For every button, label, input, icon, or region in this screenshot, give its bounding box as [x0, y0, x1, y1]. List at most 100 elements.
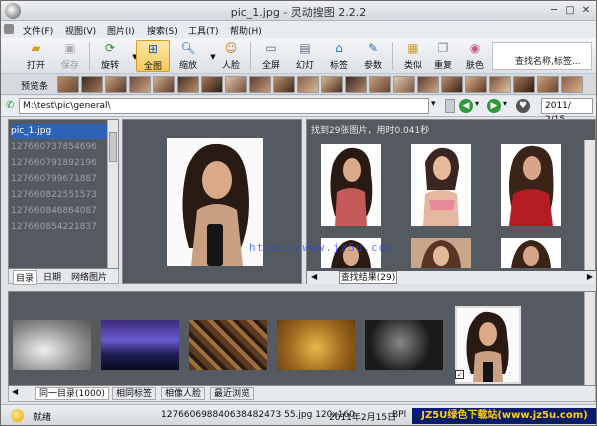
title-bar: pic_1.jpg - 灵动搜图 2.2.2 ─ □ ✕: [1, 1, 596, 21]
duplicate-button[interactable]: ❐ 重复: [426, 40, 460, 72]
tab-search-results[interactable]: 查找结果(29): [339, 271, 397, 284]
menu-tools[interactable]: 工具(T): [188, 24, 219, 37]
params-button[interactable]: ✎ 参数: [356, 40, 390, 72]
preview-thumbnail[interactable]: [153, 76, 175, 93]
preview-thumbnail[interactable]: [345, 76, 367, 93]
preview-thumbnail[interactable]: [225, 76, 247, 93]
forward-icon[interactable]: ▶: [487, 99, 501, 113]
tag-icon: ⌂: [335, 41, 343, 55]
preview-thumbnail[interactable]: [57, 76, 79, 93]
zoom-dropdown[interactable]: ▼: [205, 40, 215, 72]
file-list-item[interactable]: 127660799671887: [11, 172, 107, 187]
wrench-icon: ✎: [367, 41, 379, 55]
close-button[interactable]: ✕: [578, 4, 594, 17]
tab-directory[interactable]: 目录: [13, 270, 38, 285]
tab-same-directory[interactable]: 同一目录(1000): [35, 387, 109, 400]
strip-thumbnail[interactable]: [365, 320, 443, 370]
face-button[interactable]: ☺ 人脸: [214, 40, 248, 72]
preview-thumbnail[interactable]: [465, 76, 487, 93]
tab-web-images[interactable]: 网络图片: [71, 270, 107, 283]
menu-view[interactable]: 视图(V): [65, 24, 96, 37]
menu-image[interactable]: 图片(I): [107, 24, 135, 37]
tab-similar-faces[interactable]: 相像人脸: [161, 387, 206, 400]
preview-thumbnail[interactable]: [369, 76, 391, 93]
file-list-scrollbar[interactable]: [107, 120, 118, 268]
search-input[interactable]: 查找名称,标签...: [492, 42, 592, 70]
fullview-button[interactable]: ⊞ 全图: [136, 40, 170, 72]
fullscreen-button[interactable]: ▭ 全屏: [254, 40, 288, 72]
strip-scrollbar[interactable]: [584, 292, 595, 385]
preview-thumbnail[interactable]: [561, 76, 583, 93]
result-thumbnail[interactable]: [501, 238, 561, 268]
menu-search[interactable]: 搜索(S): [147, 24, 178, 37]
tab-same-tags[interactable]: 相同标签: [112, 387, 157, 400]
file-list: pic_1.jpg 127660737854696 12766079189219…: [8, 119, 119, 269]
maximize-button[interactable]: □: [562, 4, 578, 17]
strip-thumbnail[interactable]: [277, 320, 355, 370]
duplicate-icon: ❐: [437, 41, 449, 55]
scrollbar-thumb[interactable]: [109, 132, 117, 162]
strip-thumbnail[interactable]: [189, 320, 267, 370]
save-button[interactable]: ▣ 保存: [53, 40, 87, 72]
minimize-button[interactable]: ─: [546, 4, 562, 17]
file-list-item[interactable]: 127660846864087: [11, 204, 107, 219]
path-input[interactable]: M:\test\pic\general\: [19, 98, 429, 114]
menu-help[interactable]: 帮助(H): [230, 24, 262, 37]
preview-thumbnail[interactable]: [489, 76, 511, 93]
status-state: 就绪: [33, 413, 52, 423]
file-list-item[interactable]: 127660822551573: [11, 188, 107, 203]
menu-app-icon[interactable]: [4, 24, 14, 34]
bookmark-icon[interactable]: ♥: [516, 99, 530, 113]
preview-thumbnail[interactable]: [297, 76, 319, 93]
file-list-item[interactable]: 127660737854696: [11, 140, 107, 155]
preview-thumbnail[interactable]: [441, 76, 463, 93]
preview-thumbnail[interactable]: [201, 76, 223, 93]
tab-date[interactable]: 日期: [43, 270, 61, 283]
preview-thumbnail[interactable]: [393, 76, 415, 93]
rotate-dropdown[interactable]: ▼: [127, 40, 137, 72]
preview-thumbnail[interactable]: [249, 76, 271, 93]
preview-thumbnail[interactable]: [537, 76, 559, 93]
result-thumbnail[interactable]: [501, 144, 561, 226]
scroll-right-icon[interactable]: ▶: [587, 272, 593, 281]
result-thumbnail[interactable]: [411, 238, 471, 268]
preview-thumbnail[interactable]: [177, 76, 199, 93]
file-list-item[interactable]: 127660854221837: [11, 220, 107, 235]
zoom-button[interactable]: 🔍︎ 缩放: [171, 40, 205, 72]
forward-dropdown-icon[interactable]: ▾: [503, 99, 507, 108]
skin-button[interactable]: ◉ 肤色: [458, 40, 492, 72]
date-input[interactable]: 2011/ 2/15: [541, 98, 593, 125]
results-scrollbar[interactable]: [584, 140, 595, 270]
preview-thumbnail[interactable]: [273, 76, 295, 93]
tab-recent[interactable]: 最近浏览: [210, 387, 255, 400]
strip-thumbnail[interactable]: [101, 320, 179, 370]
status-date: 2011年2月15日: [329, 413, 397, 423]
address-bar: ✆ M:\test\pic\general\ ▾ ◀ ▾ ▶ ▾ ♥ 2011/…: [1, 96, 596, 125]
save-icon: ▣: [64, 41, 76, 55]
strip-thumbnail[interactable]: [13, 320, 91, 370]
result-thumbnail[interactable]: [411, 144, 471, 226]
rotate-button[interactable]: ⟳ 旋转: [93, 40, 127, 72]
file-list-item[interactable]: pic_1.jpg: [11, 124, 107, 139]
similar-button[interactable]: ▦ 类似: [396, 40, 430, 72]
back-icon[interactable]: ◀: [459, 99, 473, 113]
scroll-left-icon[interactable]: ◀: [311, 272, 317, 281]
strip-thumbnail-selected[interactable]: [455, 306, 521, 384]
select-checkbox[interactable]: ✓: [455, 370, 464, 379]
back-dropdown-icon[interactable]: ▾: [475, 99, 479, 108]
preview-thumbnail[interactable]: [105, 76, 127, 93]
preview-thumbnail[interactable]: [321, 76, 343, 93]
go-icon[interactable]: [445, 99, 455, 113]
menu-file[interactable]: 文件(F): [23, 24, 53, 37]
preview-thumbnail[interactable]: [129, 76, 151, 93]
slideshow-button[interactable]: ▤ 幻灯: [288, 40, 322, 72]
file-list-item[interactable]: 127660791892196: [11, 156, 107, 171]
tag-button[interactable]: ⌂ 标签: [322, 40, 356, 72]
scroll-left-icon[interactable]: ◀: [12, 387, 18, 396]
result-thumbnail[interactable]: [321, 144, 381, 226]
path-dropdown-icon[interactable]: ▾: [431, 99, 436, 109]
preview-thumbnail[interactable]: [513, 76, 535, 93]
preview-thumbnail[interactable]: [417, 76, 439, 93]
preview-thumbnail[interactable]: [81, 76, 103, 93]
open-button[interactable]: ▰ 打开: [19, 40, 53, 72]
